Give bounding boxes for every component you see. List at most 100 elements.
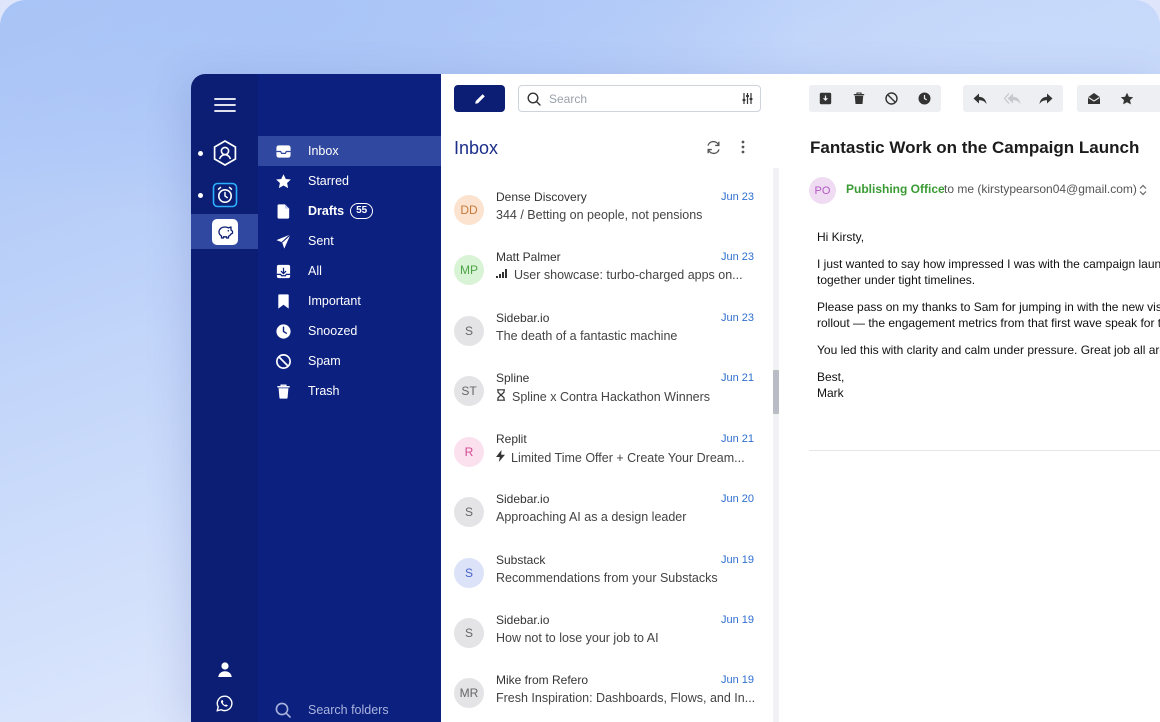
search-bar [518, 85, 761, 112]
reply-all-icon [1004, 92, 1021, 104]
list-item[interactable]: MR Mike from Refero Jun 19 Fresh Inspira… [441, 670, 771, 722]
open-envelope-icon [1087, 93, 1100, 104]
archive-icon [274, 262, 292, 280]
avatar: R [454, 437, 484, 467]
folder-inbox[interactable]: Inbox [258, 136, 441, 166]
trash-icon [274, 382, 292, 400]
forward-button[interactable] [1029, 85, 1062, 112]
inbox-icon [274, 142, 292, 160]
snooze-button[interactable] [908, 85, 941, 112]
reply-icon [973, 93, 986, 104]
message-title: Fantastic Work on the Campaign Launch [810, 138, 1140, 157]
sender-name: Sidebar.io [496, 613, 550, 627]
message-subject: Spline x Contra Hackathon Winners [496, 389, 754, 404]
folder-snoozed[interactable]: Snoozed [258, 316, 441, 346]
avatar: S [454, 618, 484, 648]
expand-details-button[interactable] [1139, 183, 1147, 201]
sender-name: Mike from Refero [496, 673, 589, 687]
clock-icon [918, 92, 931, 105]
status-actions-group [1077, 85, 1160, 112]
folder-sent[interactable]: Sent [258, 226, 441, 256]
folder-drafts[interactable]: Drafts 55 [258, 196, 441, 226]
message-body: Hi Kirsty, I just wanted to say how impr… [817, 229, 1160, 401]
avatar: MP [454, 255, 484, 285]
divider [809, 450, 1160, 451]
message-subject: Recommendations from your Substacks [496, 571, 718, 585]
message-date: Jun 23 [720, 312, 754, 324]
body-line: together under tight timelines. [817, 273, 976, 287]
avatar: DD [454, 195, 484, 225]
list-item[interactable]: S Substack Jun 19 Recommendations from y… [441, 550, 771, 610]
folder-label: Trash [308, 384, 340, 398]
profile-icon [217, 662, 232, 677]
more-options-button[interactable] [734, 138, 752, 156]
block-icon [274, 352, 292, 370]
message-actions-group [809, 85, 941, 112]
message-date: Jun 23 [720, 251, 754, 263]
star-button[interactable] [1110, 85, 1143, 112]
compose-button[interactable] [454, 85, 505, 112]
folder-label: Starred [308, 174, 349, 188]
list-item[interactable]: MP Matt Palmer Jun 23 User showcase: tur… [441, 247, 771, 307]
folder-all[interactable]: All [258, 256, 441, 286]
body-line: rollout — the engagement metrics from th… [817, 316, 1160, 330]
avatar: PO [809, 177, 836, 204]
recipient-line: to me (kirstypearson04@gmail.com) [944, 182, 1137, 196]
reply-all-button[interactable] [996, 85, 1029, 112]
list-item[interactable]: S Sidebar.io Jun 19 How not to lose your… [441, 610, 771, 670]
message-list-pane: Inbox DD Dense Discovery Jun 23 344 / Be… [441, 74, 779, 722]
list-item[interactable]: S Sidebar.io Jun 23 The death of a fanta… [441, 308, 771, 368]
star-icon [274, 172, 292, 190]
signal-icon [496, 269, 508, 281]
filter-sliders-icon[interactable] [741, 92, 754, 105]
folder-panel: Inbox Starred Drafts 55 Sent All Importa… [258, 74, 441, 722]
folder-spam[interactable]: Spam [258, 346, 441, 376]
account-3-button[interactable] [191, 214, 258, 249]
chevron-up-down-icon [1139, 184, 1147, 196]
account-rail [191, 74, 258, 722]
list-item[interactable]: DD Dense Discovery Jun 23 344 / Betting … [441, 187, 771, 247]
bookmark-icon [274, 292, 292, 310]
account-1-button[interactable] [191, 138, 258, 168]
search-input[interactable] [549, 91, 719, 106]
folder-search[interactable]: Search folders [258, 698, 441, 722]
sender-name: Spline [496, 371, 530, 385]
message-subject: User showcase: turbo-charged apps on... [496, 268, 754, 282]
reply-button[interactable] [963, 85, 996, 112]
folder-label: Snoozed [308, 324, 358, 338]
hourglass-icon [496, 389, 506, 404]
message-subject: 344 / Betting on people, not pensions [496, 208, 703, 222]
reply-actions-group [963, 85, 1063, 112]
refresh-button[interactable] [704, 138, 722, 156]
message-date: Jun 19 [720, 674, 754, 686]
folder-starred[interactable]: Starred [258, 166, 441, 196]
avatar: ST [454, 376, 484, 406]
list-item[interactable]: ST Spline Jun 21 Spline x Contra Hackath… [441, 368, 771, 428]
list-item[interactable]: S Sidebar.io Jun 20 Approaching AI as a … [441, 489, 771, 549]
whatsapp-button[interactable] [191, 692, 258, 714]
archive-button[interactable] [809, 85, 842, 112]
body-line: Mark [817, 386, 844, 400]
account-2-button[interactable] [191, 180, 258, 210]
list-item[interactable]: R Replit Jun 21 Limited Time Offer + Cre… [441, 429, 771, 489]
sender-name: Sidebar.io [496, 311, 550, 325]
folder-trash[interactable]: Trash [258, 376, 441, 406]
whatsapp-icon [216, 694, 233, 712]
search-icon [274, 701, 292, 719]
message-date: Jun 21 [720, 433, 754, 445]
body-line: Best, [817, 370, 845, 384]
folder-important[interactable]: Important [258, 286, 441, 316]
delete-button[interactable] [842, 85, 875, 112]
send-icon [274, 232, 292, 250]
message-subject: How not to lose your job to AI [496, 631, 659, 645]
profile-button[interactable] [191, 658, 258, 680]
message-date: Jun 20 [720, 493, 754, 505]
spam-button[interactable] [875, 85, 908, 112]
avatar: S [454, 558, 484, 588]
message-subject: Limited Time Offer + Create Your Dream..… [496, 450, 754, 465]
sender-name: Replit [496, 432, 527, 446]
mark-read-button[interactable] [1077, 85, 1110, 112]
more-vertical-icon [741, 140, 745, 154]
menu-button[interactable] [191, 91, 258, 119]
user-hexagon-icon [213, 140, 236, 166]
